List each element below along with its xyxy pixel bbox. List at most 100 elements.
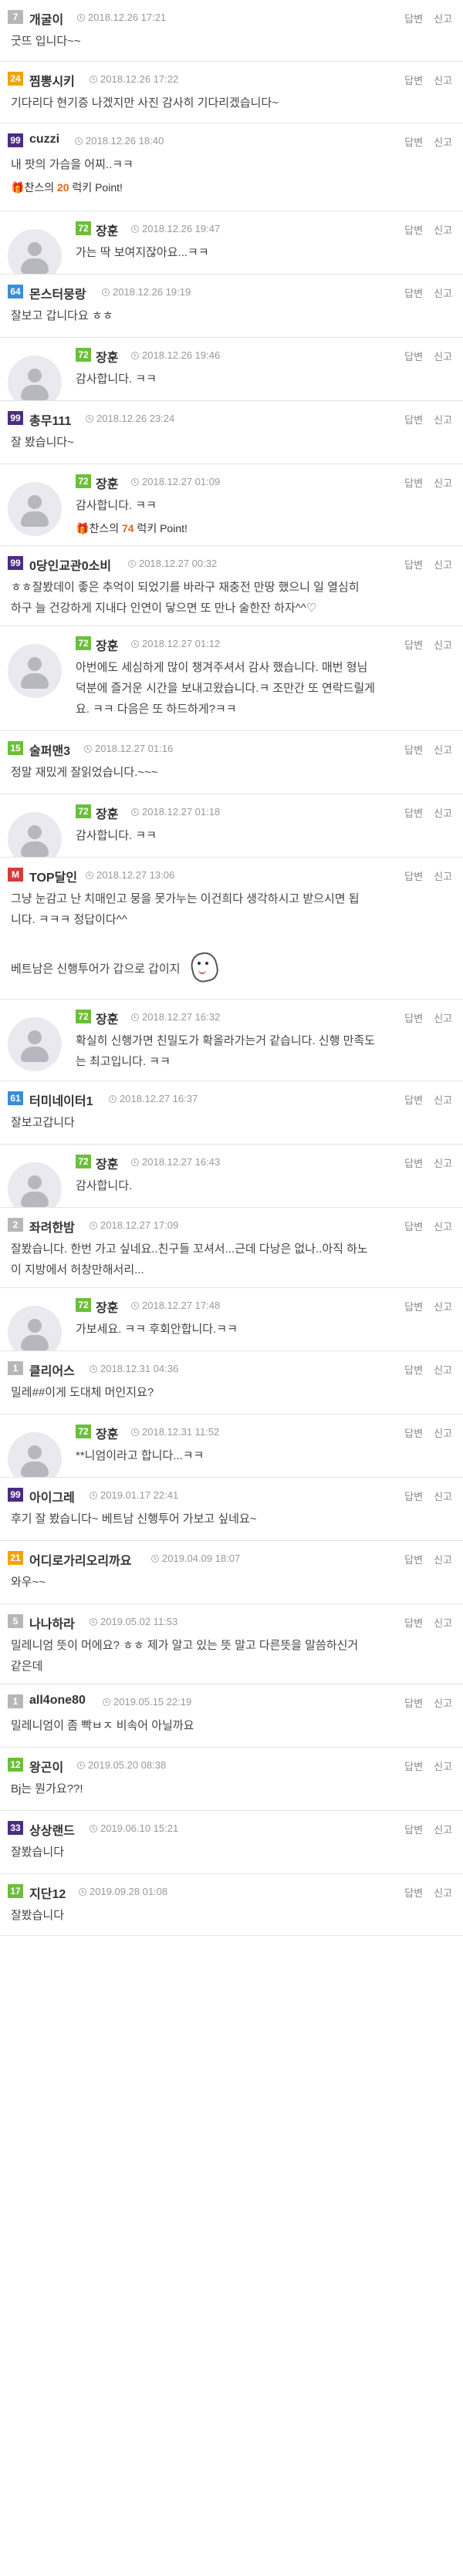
report-button[interactable]: 신고 (434, 871, 452, 882)
comment-header: 72 장훈 2018.12.27 01:18 답변 신고 (0, 794, 463, 825)
reply-button[interactable]: 답변 (404, 1491, 423, 1502)
report-button[interactable]: 신고 (434, 477, 452, 489)
report-button[interactable]: 신고 (434, 1221, 452, 1232)
reply-button[interactable]: 답변 (404, 477, 423, 489)
timestamp: 2018.12.26 17:21 (77, 12, 166, 23)
author-name[interactable]: 좌려한밤 (29, 1217, 75, 1236)
reply-button[interactable]: 답변 (404, 1364, 423, 1376)
avatar-body-shape (21, 841, 49, 857)
reply-comment: 72 장훈 2018.12.27 01:12 답변 신고 아번에도 세심하게 많이 챙겨주… (0, 626, 463, 731)
reply-button[interactable]: 답변 (404, 639, 423, 651)
comment: M TOP달인 2018.12.27 13:06 답변 신고 그냥 눈감고 난 치매인고 … (0, 858, 463, 1000)
author-name[interactable]: TOP달인 (29, 867, 77, 885)
author-name[interactable]: 클리어스 (29, 1360, 75, 1379)
report-button[interactable]: 신고 (434, 744, 452, 756)
comment-header: 72 장훈 2018.12.26 19:46 답변 신고 (0, 338, 463, 369)
timestamp: 2018.12.26 19:46 (131, 349, 220, 361)
author-name[interactable]: cuzzi (29, 133, 59, 147)
author-name[interactable]: 장훈 (96, 221, 118, 239)
author-name[interactable]: 장훈 (96, 1297, 118, 1316)
comment-actions: 답변 신고 (404, 1010, 452, 1025)
author-name[interactable]: 왕곤이 (29, 1757, 63, 1775)
author-name[interactable]: 개굴이 (29, 9, 63, 28)
comment-text: 내 팟의 가슴을 어찌..ㅋㅋ (0, 154, 463, 175)
report-button[interactable]: 신고 (434, 1491, 452, 1502)
author-name[interactable]: 장훈 (96, 1424, 118, 1442)
comment-actions: 답변 신고 (404, 349, 452, 363)
comment-header: 72 장훈 2018.12.31 11:52 답변 신고 (0, 1414, 463, 1445)
reply-button[interactable]: 답변 (404, 1824, 423, 1836)
author-name[interactable]: 장훈 (96, 636, 118, 654)
reply-button[interactable]: 답변 (404, 1221, 423, 1232)
author-name[interactable]: 장훈 (96, 1154, 118, 1172)
level-badge: 99 (8, 556, 23, 570)
report-button[interactable]: 신고 (434, 1094, 452, 1106)
reply-button[interactable]: 답변 (404, 414, 423, 426)
author-name[interactable]: 터미네이터1 (29, 1091, 93, 1109)
report-button[interactable]: 신고 (434, 414, 452, 426)
report-button[interactable]: 신고 (434, 1887, 452, 1899)
report-button[interactable]: 신고 (434, 224, 452, 236)
report-button[interactable]: 신고 (434, 1158, 452, 1169)
report-button[interactable]: 신고 (434, 559, 452, 571)
level-badge: 24 (8, 72, 23, 86)
reply-button[interactable]: 답변 (404, 288, 423, 299)
reply-button[interactable]: 답변 (404, 1761, 423, 1772)
author-name[interactable]: 나나하라 (29, 1613, 75, 1632)
report-button[interactable]: 신고 (434, 1013, 452, 1024)
reply-button[interactable]: 답변 (404, 137, 423, 148)
reply-button[interactable]: 답변 (404, 1554, 423, 1566)
author-name[interactable]: 찜뽕시키 (29, 71, 75, 89)
timestamp: 2018.12.27 16:43 (131, 1156, 220, 1168)
reply-button[interactable]: 답변 (404, 13, 423, 25)
author-name[interactable]: 장훈 (96, 804, 118, 822)
reply-button[interactable]: 답변 (404, 1428, 423, 1439)
reply-button[interactable]: 답변 (404, 808, 423, 819)
author-name[interactable]: 상상랜드 (29, 1820, 75, 1839)
author-name[interactable]: 총무111 (29, 410, 71, 429)
report-button[interactable]: 신고 (434, 1301, 452, 1313)
author-name[interactable]: 어디로가리오리까요 (29, 1550, 131, 1569)
report-button[interactable]: 신고 (434, 75, 452, 86)
author-name[interactable]: 아이그레 (29, 1487, 75, 1505)
report-button[interactable]: 신고 (434, 639, 452, 651)
reply-button[interactable]: 답변 (404, 871, 423, 882)
report-button[interactable]: 신고 (434, 13, 452, 25)
reply-button[interactable]: 답변 (404, 1698, 423, 1709)
report-button[interactable]: 신고 (434, 1554, 452, 1566)
author-name[interactable]: 장훈 (96, 1009, 118, 1027)
comment-header: 72 장훈 2018.12.26 19:47 답변 신고 (0, 211, 463, 242)
reply-button[interactable]: 답변 (404, 1094, 423, 1106)
report-button[interactable]: 신고 (434, 1617, 452, 1629)
report-button[interactable]: 신고 (434, 1428, 452, 1439)
reply-button[interactable]: 답변 (404, 744, 423, 756)
comment-header: 64 몬스터뭉랑 2018.12.26 19:19 답변 신고 (0, 275, 463, 305)
report-button[interactable]: 신고 (434, 137, 452, 148)
reply-button[interactable]: 답변 (404, 1301, 423, 1313)
reply-button[interactable]: 답변 (404, 224, 423, 236)
reply-button[interactable]: 답변 (404, 1013, 423, 1024)
report-button[interactable]: 신고 (434, 1761, 452, 1772)
author-name[interactable]: 장훈 (96, 474, 118, 492)
report-button[interactable]: 신고 (434, 351, 452, 362)
reply-button[interactable]: 답변 (404, 1617, 423, 1629)
author-name[interactable]: 장훈 (96, 347, 118, 366)
level-badge: 72 (76, 804, 91, 818)
report-button[interactable]: 신고 (434, 1698, 452, 1709)
author-name[interactable]: all4one80 (29, 1694, 86, 1708)
timestamp: 2019.09.28 01:08 (79, 1886, 167, 1897)
author-name[interactable]: 0당인교관0소비 (29, 555, 111, 574)
reply-button[interactable]: 답변 (404, 351, 423, 362)
reply-button[interactable]: 답변 (404, 559, 423, 571)
report-button[interactable]: 신고 (434, 808, 452, 819)
reply-button[interactable]: 답변 (404, 1158, 423, 1169)
author-name[interactable]: 몬스터뭉랑 (29, 284, 86, 302)
clock-icon (128, 560, 136, 568)
reply-button[interactable]: 답변 (404, 75, 423, 86)
author-name[interactable]: 술퍼맨3 (29, 740, 70, 759)
author-name[interactable]: 지단12 (29, 1883, 66, 1902)
reply-button[interactable]: 답변 (404, 1887, 423, 1899)
report-button[interactable]: 신고 (434, 1824, 452, 1836)
report-button[interactable]: 신고 (434, 1364, 452, 1376)
report-button[interactable]: 신고 (434, 288, 452, 299)
